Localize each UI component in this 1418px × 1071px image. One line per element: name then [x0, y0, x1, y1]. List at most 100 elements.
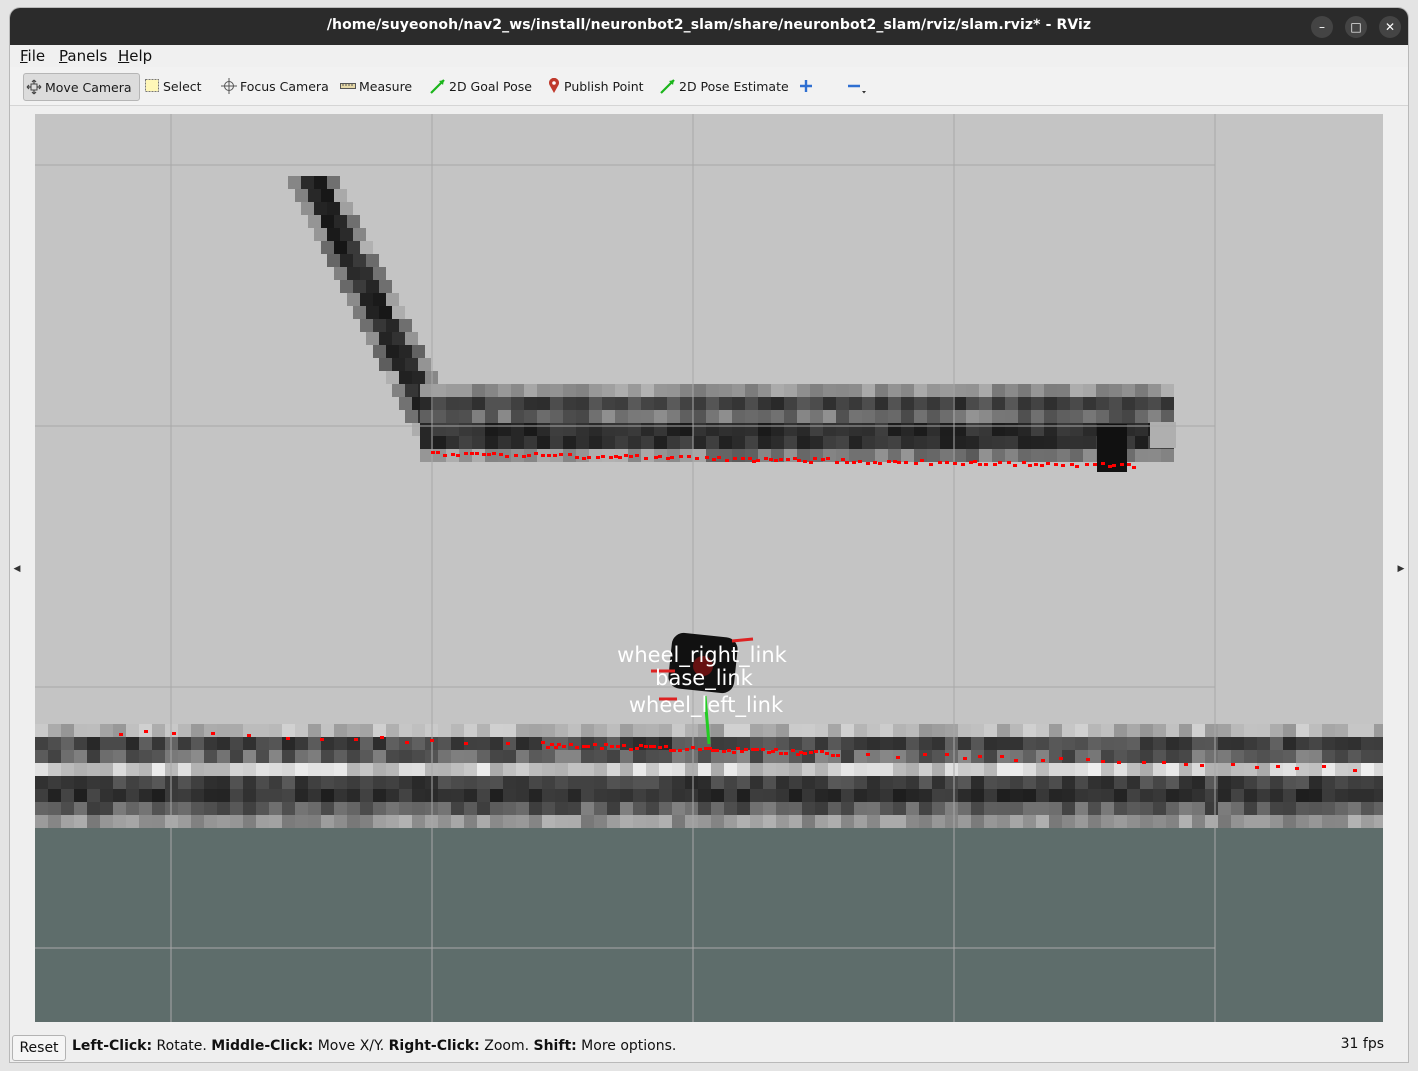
- map-cell: [646, 763, 659, 776]
- pose-estimate-tool[interactable]: 2D Pose Estimate: [660, 73, 789, 99]
- map-cell: [776, 802, 789, 815]
- map-cell: [992, 423, 1005, 436]
- map-cell: [256, 802, 269, 815]
- map-cell: [282, 802, 295, 815]
- map-cell: [719, 410, 732, 423]
- map-cell: [1192, 750, 1205, 763]
- add-tool-button[interactable]: [798, 73, 817, 99]
- reset-button[interactable]: Reset: [12, 1035, 66, 1061]
- map-cell: [1374, 815, 1383, 828]
- scan-point: [629, 748, 633, 751]
- menu-help[interactable]: Help: [118, 47, 152, 65]
- map-cell: [979, 449, 992, 462]
- map-cell: [607, 776, 620, 789]
- focus-camera-tool[interactable]: Focus Camera: [221, 73, 329, 99]
- map-cell: [1322, 737, 1335, 750]
- map-cell: [347, 215, 360, 228]
- map-cell: [35, 815, 48, 828]
- scan-point: [1127, 463, 1131, 466]
- menu-file[interactable]: File: [20, 47, 45, 65]
- map-cell: [321, 789, 334, 802]
- map-cell: [581, 789, 594, 802]
- map-cell: [498, 436, 511, 449]
- window-title: /home/suyeonoh/nav2_ws/install/neuronbot…: [326, 17, 1092, 33]
- map-cell: [1322, 763, 1335, 776]
- map-cell: [711, 737, 724, 750]
- map-cell: [459, 384, 472, 397]
- map-scene[interactable]: wheel_right_link base_link wheel_left_li…: [35, 114, 1383, 1022]
- map-cell: [893, 763, 906, 776]
- goal-pose-tool[interactable]: 2D Goal Pose: [430, 73, 532, 99]
- map-cell: [1088, 789, 1101, 802]
- scan-point: [744, 748, 748, 751]
- map-cell: [113, 802, 126, 815]
- scan-point: [736, 747, 740, 750]
- map-cell: [477, 789, 490, 802]
- map-cell: [464, 763, 477, 776]
- map-cell: [992, 449, 1005, 462]
- scan-point: [499, 453, 503, 456]
- map-cell: [1179, 802, 1192, 815]
- map-cell: [763, 724, 776, 737]
- map-cell: [308, 802, 321, 815]
- map-cell: [1057, 449, 1070, 462]
- map-cell: [724, 802, 737, 815]
- map-cell: [373, 776, 386, 789]
- map-cell: [971, 763, 984, 776]
- select-tool[interactable]: Select: [144, 73, 202, 99]
- map-cell: [511, 397, 524, 410]
- map-cell: [815, 802, 828, 815]
- map-cell: [347, 815, 360, 828]
- scan-point: [1322, 765, 1326, 768]
- map-cell: [217, 776, 230, 789]
- right-dock-toggle[interactable]: ▶: [1396, 559, 1406, 579]
- left-dock-toggle[interactable]: ◀: [12, 559, 22, 579]
- map-cell: [1096, 397, 1109, 410]
- map-cell: [693, 423, 706, 436]
- map-cell: [810, 397, 823, 410]
- menu-panels[interactable]: Panels: [59, 47, 107, 65]
- base-link-label: base_link: [655, 666, 754, 691]
- map-cell: [1322, 776, 1335, 789]
- map-cell: [789, 776, 802, 789]
- move-camera-tool[interactable]: Move Camera: [23, 73, 140, 101]
- map-cell: [581, 724, 594, 737]
- map-cell: [74, 724, 87, 737]
- map-cell: [178, 776, 191, 789]
- scan-point: [569, 743, 573, 746]
- map-cell: [243, 776, 256, 789]
- map-cell: [1179, 789, 1192, 802]
- map-cell: [706, 436, 719, 449]
- map-cell: [602, 410, 615, 423]
- publish-point-tool[interactable]: Publish Point: [547, 73, 644, 99]
- map-cell: [1161, 449, 1174, 462]
- map-cell: [446, 410, 459, 423]
- map-cell: [1010, 724, 1023, 737]
- map-cell: [373, 293, 386, 306]
- map-cell: [615, 384, 628, 397]
- map-cell: [620, 789, 633, 802]
- scan-point: [1112, 464, 1116, 467]
- publish-point-label: Publish Point: [564, 78, 644, 94]
- render-viewport[interactable]: wheel_right_link base_link wheel_left_li…: [35, 114, 1383, 1022]
- measure-tool[interactable]: Measure: [340, 73, 412, 99]
- minimize-button[interactable]: –: [1311, 16, 1333, 38]
- scan-point: [1295, 767, 1299, 770]
- map-cell: [919, 789, 932, 802]
- map-cell: [568, 802, 581, 815]
- remove-tool-button[interactable]: [846, 73, 871, 99]
- close-button[interactable]: ✕: [1379, 16, 1401, 38]
- map-cell: [334, 815, 347, 828]
- map-cell: [48, 737, 61, 750]
- scan-point: [622, 744, 626, 747]
- map-cell: [919, 776, 932, 789]
- map-cell: [243, 763, 256, 776]
- map-cell: [1257, 789, 1270, 802]
- scan-point: [784, 752, 788, 755]
- map-cell: [615, 410, 628, 423]
- map-cell: [867, 789, 880, 802]
- maximize-button[interactable]: □: [1345, 16, 1367, 38]
- map-cell: [485, 384, 498, 397]
- map-cell: [373, 319, 386, 332]
- map-cell: [971, 737, 984, 750]
